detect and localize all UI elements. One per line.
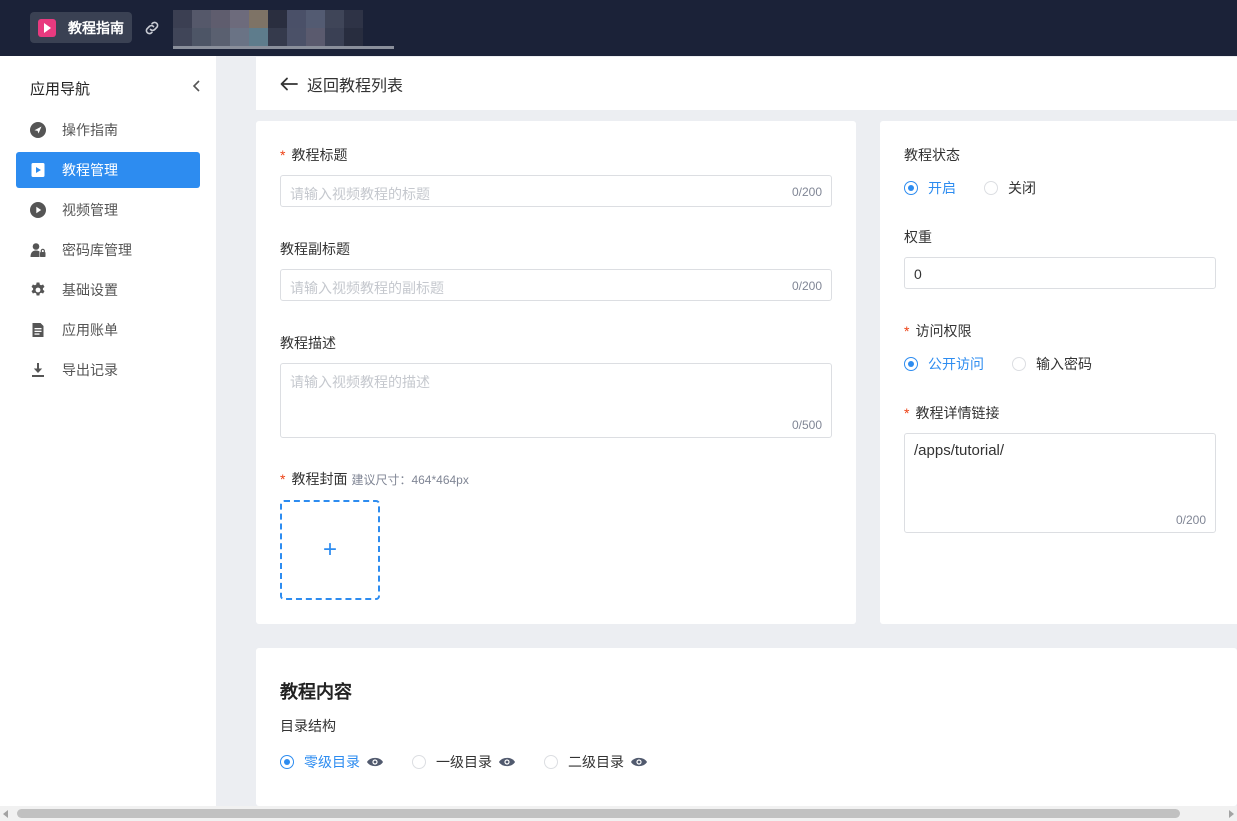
sidebar-item-label: 密码库管理 bbox=[62, 242, 132, 258]
subtitle-input[interactable]: 请输入视频教程的副标题 0/200 bbox=[280, 269, 832, 301]
sidebar-item-label: 操作指南 bbox=[62, 122, 118, 138]
scroll-left-icon[interactable] bbox=[3, 810, 8, 818]
play-circle-icon bbox=[29, 201, 47, 219]
description-field-label: 教程描述 bbox=[280, 335, 336, 351]
scrollbar-thumb[interactable] bbox=[17, 809, 1180, 818]
horizontal-scrollbar[interactable] bbox=[0, 806, 1237, 821]
back-link[interactable]: 返回教程列表 bbox=[307, 72, 403, 96]
scroll-right-icon[interactable] bbox=[1229, 810, 1234, 818]
navigation-icon bbox=[29, 121, 47, 139]
content-card: 教程内容 目录结构 零级目录 一级目录 二级目录 bbox=[256, 648, 1237, 806]
collapse-chevron-icon[interactable] bbox=[191, 79, 203, 93]
back-bar: 返回教程列表 bbox=[256, 57, 1237, 110]
sidebar-item-label: 应用账单 bbox=[62, 322, 118, 338]
sidebar-item-label: 视频管理 bbox=[62, 202, 118, 218]
eye-icon[interactable] bbox=[630, 756, 648, 768]
status-radio-off[interactable]: 关闭 bbox=[984, 178, 1036, 198]
sidebar-item-videos[interactable]: 视频管理 bbox=[16, 192, 200, 228]
redacted-url bbox=[173, 10, 363, 46]
sidebar-item-label: 导出记录 bbox=[62, 362, 118, 378]
status-field-label: 教程状态 bbox=[904, 147, 960, 163]
subtitle-field-label: 教程副标题 bbox=[280, 241, 350, 257]
weight-input[interactable]: 0 bbox=[904, 257, 1216, 289]
level-radio-two[interactable]: 二级目录 bbox=[544, 752, 648, 772]
redacted-underline bbox=[173, 46, 394, 49]
access-radio-group: 公开访问 输入密码 bbox=[904, 354, 1120, 374]
tutorial-icon bbox=[29, 161, 47, 179]
sidebar: 应用导航 操作指南 教程管理 视频管理 密码库管理 基础设置 应用账单 导出记录 bbox=[0, 56, 216, 821]
settings-card: 教程状态 开启 关闭 权重 0 * 访问权限 公开访问 输入密码 * 教程详情链接 … bbox=[880, 121, 1237, 624]
title-char-count: 0/200 bbox=[791, 185, 822, 199]
level-radio-one[interactable]: 一级目录 bbox=[412, 752, 516, 772]
title-field-label: * 教程标题 bbox=[280, 147, 348, 163]
app-switcher[interactable]: 教程指南 bbox=[30, 12, 132, 43]
sidebar-item-tutorials[interactable]: 教程管理 bbox=[16, 152, 200, 188]
download-icon bbox=[29, 361, 47, 379]
structure-field-label: 目录结构 bbox=[280, 718, 336, 734]
sidebar-item-label: 基础设置 bbox=[62, 282, 118, 298]
level-radio-group: 零级目录 一级目录 二级目录 bbox=[280, 752, 676, 772]
main-content: 返回教程列表 * 教程标题 请输入视频教程的标题 0/200 教程副标题 请输入视… bbox=[216, 56, 1237, 806]
weight-field-label: 权重 bbox=[904, 229, 932, 245]
cover-size-hint: 建议尺寸：464*464px bbox=[351, 473, 469, 487]
sidebar-item-settings[interactable]: 基础设置 bbox=[16, 272, 200, 308]
description-textarea[interactable]: 请输入视频教程的描述 0/500 bbox=[280, 363, 832, 438]
link-char-count: 0/200 bbox=[1175, 513, 1206, 527]
cover-field-label: * 教程封面 建议尺寸：464*464px bbox=[280, 471, 469, 487]
sidebar-item-label: 教程管理 bbox=[62, 162, 118, 178]
sidebar-item-guide[interactable]: 操作指南 bbox=[16, 112, 200, 148]
link-textarea[interactable]: /apps/tutorial/ 0/200 bbox=[904, 433, 1216, 533]
sidebar-title: 应用导航 bbox=[30, 81, 91, 98]
link-icon[interactable] bbox=[143, 19, 161, 37]
sidebar-item-billing[interactable]: 应用账单 bbox=[16, 312, 200, 348]
level-radio-zero[interactable]: 零级目录 bbox=[280, 752, 384, 772]
access-field-label: * 访问权限 bbox=[904, 323, 972, 339]
subtitle-char-count: 0/200 bbox=[791, 279, 822, 293]
status-radio-on[interactable]: 开启 bbox=[904, 178, 956, 198]
access-radio-password[interactable]: 输入密码 bbox=[1012, 354, 1092, 374]
app-name: 教程指南 bbox=[68, 19, 124, 36]
title-input[interactable]: 请输入视频教程的标题 0/200 bbox=[280, 175, 832, 207]
gear-icon bbox=[29, 281, 47, 299]
cover-upload-button[interactable]: + bbox=[280, 500, 380, 600]
sidebar-item-export[interactable]: 导出记录 bbox=[16, 352, 200, 388]
content-section-title: 教程内容 bbox=[280, 682, 352, 702]
basic-info-card: * 教程标题 请输入视频教程的标题 0/200 教程副标题 请输入视频教程的副标题… bbox=[256, 121, 856, 624]
access-radio-public[interactable]: 公开访问 bbox=[904, 354, 984, 374]
sidebar-item-password-vault[interactable]: 密码库管理 bbox=[16, 232, 200, 268]
user-lock-icon bbox=[29, 241, 47, 259]
plus-icon: + bbox=[322, 536, 337, 563]
description-char-count: 0/500 bbox=[791, 418, 822, 432]
top-bar: 教程指南 bbox=[0, 0, 1237, 56]
status-radio-group: 开启 关闭 bbox=[904, 178, 1064, 198]
bill-icon bbox=[29, 321, 47, 339]
app-logo-icon bbox=[38, 18, 56, 37]
link-field-label: * 教程详情链接 bbox=[904, 405, 1000, 421]
eye-icon[interactable] bbox=[498, 756, 516, 768]
eye-icon[interactable] bbox=[366, 756, 384, 768]
back-arrow-icon[interactable] bbox=[280, 77, 298, 91]
